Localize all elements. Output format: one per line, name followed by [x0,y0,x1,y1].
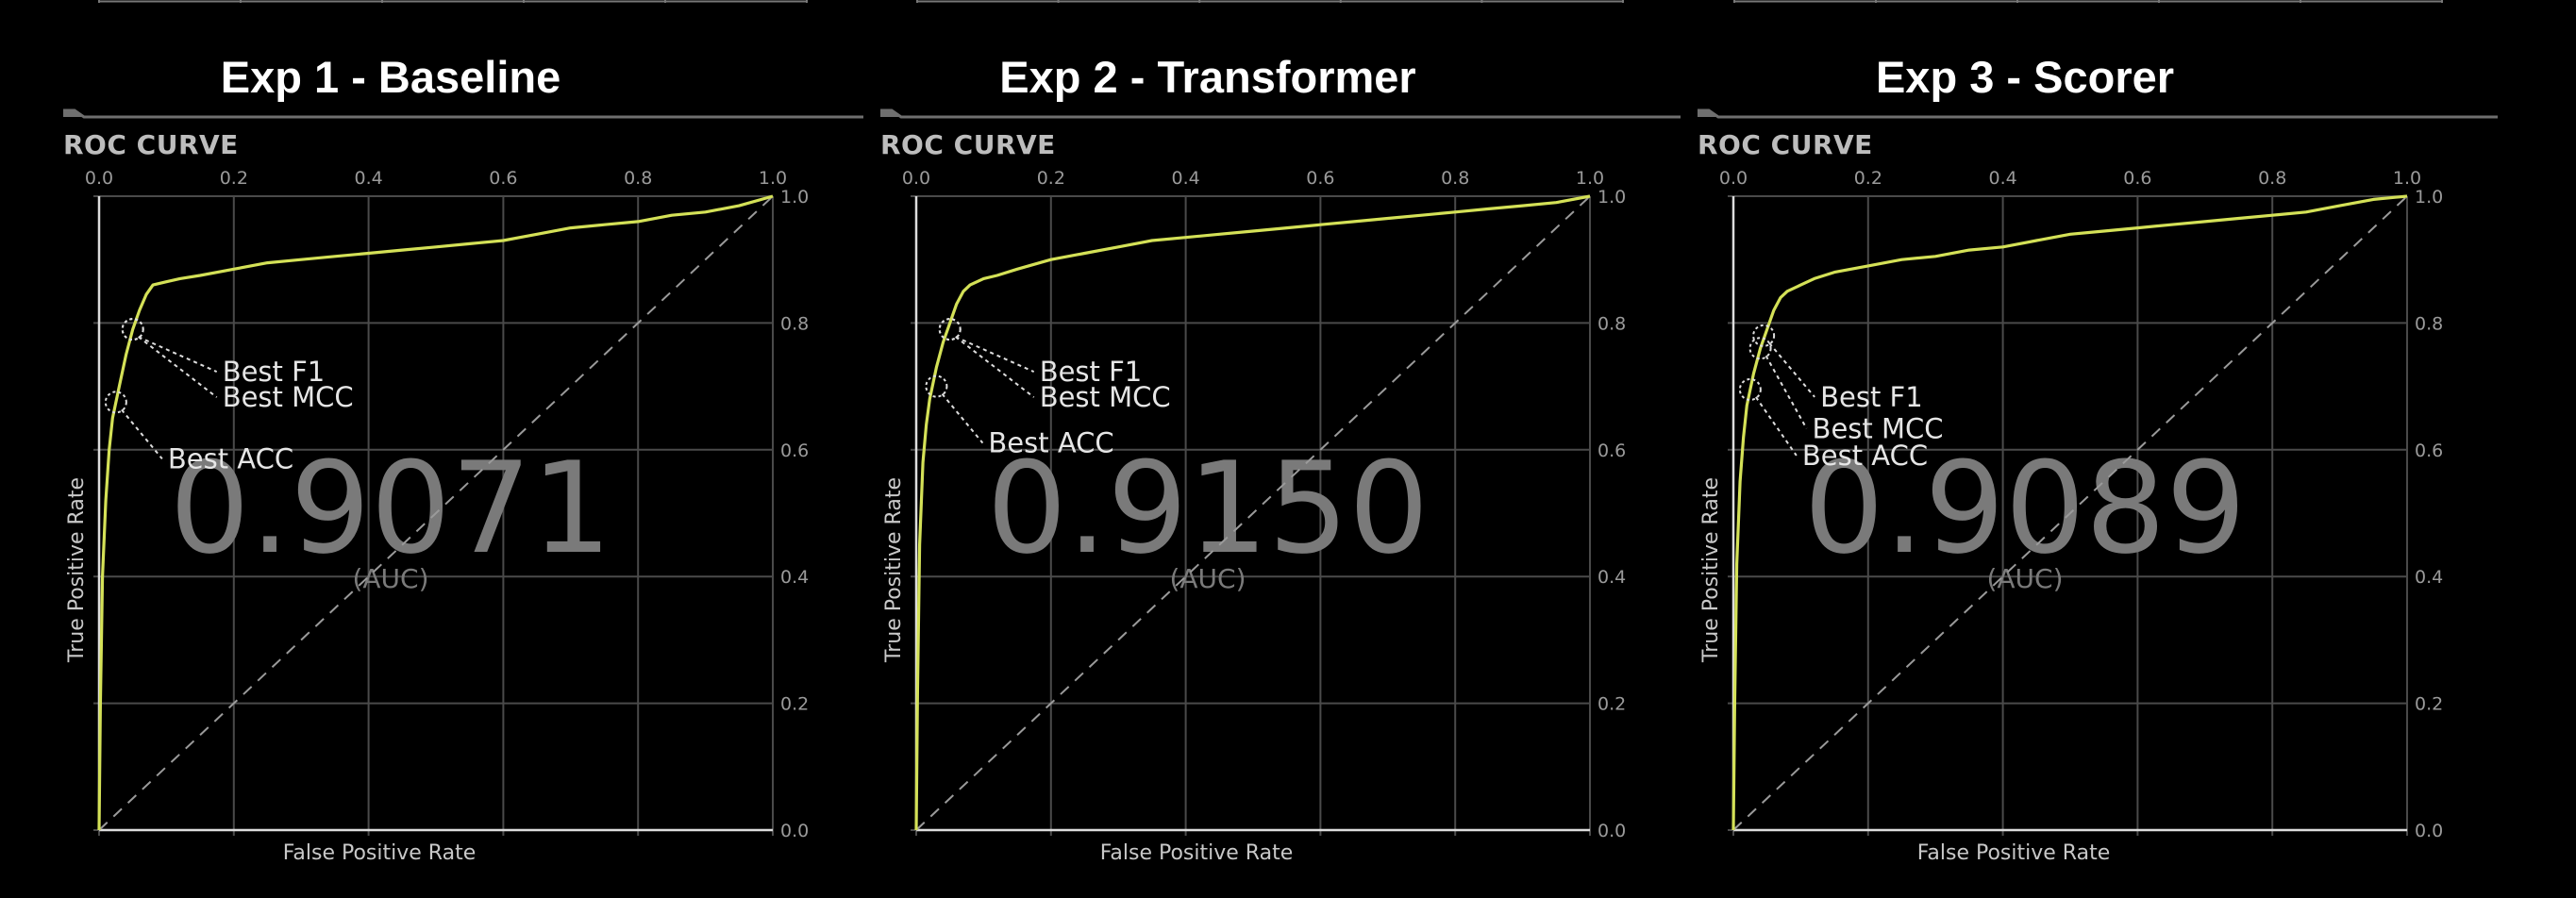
y-tick-label: 0.2 [2415,694,2443,715]
x-tick-label: 1.0 [2393,168,2421,189]
annotation-label: Best MCC [223,381,354,413]
roc-panel-2: Exp 2 - Transformer ROC CURVE 0.0 0.2 0.4 0.6… [880,52,1681,865]
annotation-leader [121,408,163,460]
y-tick-label: 0.2 [1597,694,1626,715]
x-axis-label: False Positive Rate [1917,841,2110,865]
y-tick-label: 0.6 [2415,441,2443,461]
x-tick-label: 0.0 [85,168,113,189]
x-tick-label: 0.2 [1037,168,1065,189]
roc-figure: Exp 1 - Baseline ROC CURVE 0.0 0.2 0.4 0.6 0.8… [63,0,2498,865]
y-tick-label: 0.8 [780,313,809,334]
section-label: ROC CURVE [63,129,239,160]
x-tick-label: 0.4 [1171,168,1199,189]
x-tick-label: 0.4 [354,168,382,189]
y-axis-label: True Positive Rate [1699,477,1723,663]
annotation-leader [1765,355,1808,429]
y-axis-label: True Positive Rate [882,477,906,663]
y-tick-label: 1.0 [780,187,809,208]
annotation-leader [1755,396,1798,457]
annotation-label: Best ACC [168,442,293,474]
x-tick-label: 0.4 [1988,168,2016,189]
annotation-label: Best F1 [1820,381,1923,413]
annotation-marker [925,374,948,398]
y-tick-label: 0.4 [1597,567,1626,588]
y-tick-label: 1.0 [2415,187,2443,208]
y-tick-label: 0.8 [2415,313,2443,334]
x-tick-label: 0.0 [1719,168,1748,189]
y-tick-label: 0.6 [780,441,809,461]
y-tick-label: 0.2 [780,694,809,715]
section-rule [880,108,1681,119]
y-tick-label: 0.4 [780,567,809,588]
y-tick-label: 0.0 [1597,821,1626,841]
x-tick-label: 1.0 [759,168,787,189]
auc-label: (AUC) [1986,563,2063,594]
x-tick-label: 0.2 [220,168,248,189]
y-tick-label: 1.0 [1597,187,1626,208]
annotation-leader [1768,342,1815,398]
x-tick-label: 0.2 [1854,168,1882,189]
chart-title: Exp 3 - Scorer [1876,52,2174,102]
annotation-leader [955,336,1035,374]
x-tick-label: 1.0 [1576,168,1604,189]
annotation-leader [955,336,1035,398]
y-tick-label: 0.6 [1597,441,1626,461]
y-tick-label: 0.4 [2415,567,2443,588]
x-axis-label: False Positive Rate [283,841,476,865]
section-label: ROC CURVE [1698,129,1873,160]
x-tick-label: 0.6 [489,168,517,189]
roc-panel-1: Exp 1 - Baseline ROC CURVE 0.0 0.2 0.4 0.6 0.8… [63,52,863,865]
roc-panel-3: Exp 3 - ScorerROC CURVE 0.0 0.2 0.4 0.6 0.8 1.… [1698,52,2498,865]
y-tick-label: 0.0 [2415,821,2443,841]
x-tick-label: 0.8 [2258,168,2286,189]
x-tick-label: 0.8 [1441,168,1469,189]
y-axis-label: True Positive Rate [65,477,89,663]
x-tick-label: 0.8 [624,168,652,189]
section-rule [63,108,863,119]
x-axis-label: False Positive Rate [1100,841,1293,865]
x-tick-label: 0.6 [2123,168,2151,189]
section-rule [1698,108,2498,119]
auc-label: (AUC) [1169,563,1246,594]
annotation-leader [941,392,984,444]
x-tick-label: 0.6 [1306,168,1334,189]
annotation-label: Best MCC [1040,381,1171,413]
chart-title: Exp 2 - Transformer [999,52,1415,102]
y-tick-label: 0.0 [780,821,809,841]
auc-label: (AUC) [352,563,428,594]
y-tick-label: 0.8 [1597,313,1626,334]
annotation-leader [138,336,218,374]
annotation-label: Best ACC [1802,440,1928,472]
section-label: ROC CURVE [880,129,1056,160]
chart-title: Exp 1 - Baseline [221,52,561,102]
x-tick-label: 0.0 [902,168,930,189]
annotation-label: Best ACC [988,427,1113,459]
annotation-leader [138,336,218,398]
